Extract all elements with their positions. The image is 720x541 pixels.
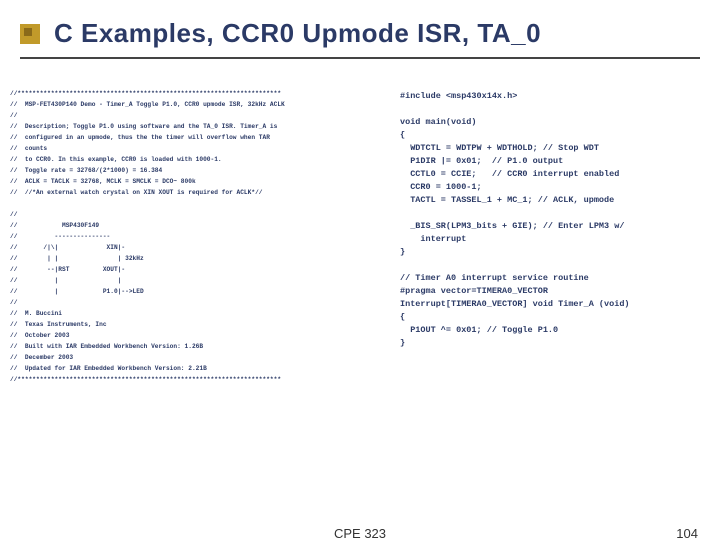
- content-area: //**************************************…: [10, 88, 710, 488]
- horizontal-rule: [20, 57, 700, 59]
- footer-page-number: 104: [676, 526, 698, 541]
- slide: C Examples, CCR0 Upmode ISR, TA_0 //****…: [0, 0, 720, 540]
- left-code-block: //**************************************…: [10, 88, 285, 385]
- title-bullet-icon: [20, 24, 40, 44]
- slide-title: C Examples, CCR0 Upmode ISR, TA_0: [54, 18, 541, 49]
- right-code-block: #include <msp430x14x.h> void main(void) …: [400, 90, 630, 350]
- title-row: C Examples, CCR0 Upmode ISR, TA_0: [0, 0, 720, 57]
- footer-course: CPE 323: [334, 526, 386, 541]
